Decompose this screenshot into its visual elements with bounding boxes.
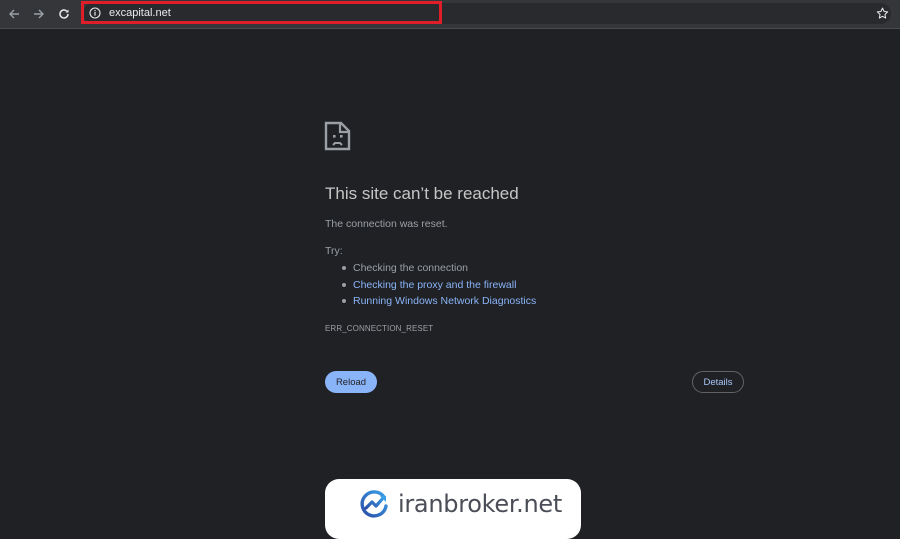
back-arrow-icon [9,9,19,19]
bookmark-button[interactable] [874,5,890,21]
suggestion-check-proxy-firewall-link[interactable]: Checking the proxy and the firewall [341,279,536,296]
error-title: This site can’t be reached [325,184,519,203]
error-description: The connection was reset. [325,218,448,230]
reload-icon [59,9,69,19]
reload-button[interactable]: Reload [325,371,377,393]
address-bar-highlight [81,1,442,24]
iranbroker-logo-icon [360,490,388,518]
forward-button[interactable] [29,4,49,24]
sad-file-icon [324,121,351,151]
suggestions-list: Checking the connection Checking the pro… [341,262,536,312]
details-button[interactable]: Details [692,371,744,393]
suggestion-network-diagnostics-link[interactable]: Running Windows Network Diagnostics [341,295,536,312]
try-label: Try: [325,245,343,257]
watermark-text: iranbroker.net [398,490,562,518]
error-code: ERR_CONNECTION_RESET [325,324,434,333]
back-button[interactable] [4,4,24,24]
reload-page-button[interactable] [54,4,74,24]
browser-toolbar: excapital.net [0,0,900,29]
watermark-banner: iranbroker.net [325,479,581,539]
star-icon [876,7,888,19]
forward-arrow-icon [34,9,44,19]
suggestion-check-connection: Checking the connection [341,262,536,279]
